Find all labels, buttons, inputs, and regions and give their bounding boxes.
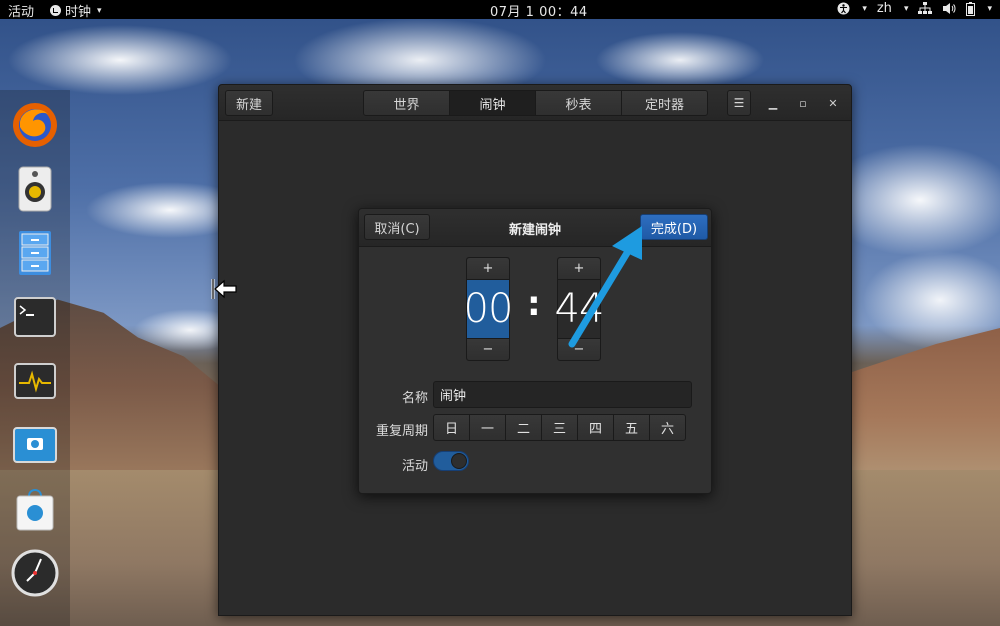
done-button[interactable]: 完成(D) xyxy=(640,214,708,240)
clock-icon[interactable] xyxy=(10,548,60,598)
terminal-icon[interactable] xyxy=(10,292,60,342)
software-icon[interactable] xyxy=(10,484,60,534)
time-separator: : xyxy=(527,284,541,324)
dock xyxy=(0,90,70,626)
language-indicator[interactable]: zh xyxy=(877,1,892,16)
maximize-icon[interactable]: ▫ xyxy=(794,94,812,112)
tab-alarm[interactable]: 闹钟 xyxy=(449,90,536,116)
app-menu-label: 时钟 xyxy=(65,5,92,20)
system-monitor-icon[interactable] xyxy=(10,356,60,406)
new-button[interactable]: 新建 xyxy=(225,90,273,116)
new-alarm-dialog: 取消(C) 新建闹钟 完成(D) xyxy=(358,208,712,494)
minimize-icon[interactable]: ▁ xyxy=(764,94,782,112)
day-sunday-toggle[interactable]: 日 xyxy=(433,414,470,441)
header-bar: 新建 世界 闹钟 秒表 定时器 ☰ ▁ ▫ ✕ xyxy=(219,85,851,121)
minute-increment-button[interactable]: + xyxy=(558,258,600,280)
network-icon xyxy=(918,2,933,14)
day-saturday-toggle[interactable]: 六 xyxy=(649,414,686,441)
activities-button[interactable]: 活动 xyxy=(8,1,34,20)
repeat-label: 重复周期 xyxy=(375,424,428,439)
active-switch[interactable] xyxy=(433,451,469,471)
tab-stopwatch[interactable]: 秒表 xyxy=(535,90,622,116)
caret-down-icon: ▾ xyxy=(987,3,992,14)
minute-decrement-button[interactable]: − xyxy=(558,338,600,360)
name-label: 名称 xyxy=(401,391,428,406)
repeat-days: 日 一 二 三 四 五 六 xyxy=(433,414,686,441)
active-label: 活动 xyxy=(401,459,428,474)
day-tuesday-toggle[interactable]: 二 xyxy=(505,414,542,441)
hour-value[interactable]: 00 xyxy=(464,280,513,338)
hour-decrement-button[interactable]: − xyxy=(467,338,509,360)
hour-spinner: + 00 − xyxy=(464,257,513,361)
resize-cursor-icon xyxy=(211,279,237,299)
files-icon[interactable] xyxy=(10,228,60,278)
tab-world[interactable]: 世界 xyxy=(363,90,450,116)
dialog-header: 取消(C) 新建闹钟 完成(D) xyxy=(359,209,711,247)
hour-increment-button[interactable]: + xyxy=(467,258,509,280)
app-menu[interactable]: 时钟 ▾ xyxy=(50,1,102,20)
date-time[interactable]: 07月 1 00：44 xyxy=(490,1,588,20)
system-tray[interactable]: ▾ zh ▾ ▾ xyxy=(837,1,992,16)
firefox-icon[interactable] xyxy=(10,100,60,150)
caret-down-icon: ▾ xyxy=(862,3,867,14)
top-bar: 活动 时钟 ▾ 07月 1 00：44 ▾ zh ▾ ▾ xyxy=(0,0,1000,20)
switch-knob xyxy=(451,453,467,469)
caret-down-icon: ▾ xyxy=(903,3,909,14)
battery-icon xyxy=(966,1,976,16)
rhythmbox-icon[interactable] xyxy=(10,164,60,214)
tab-timer[interactable]: 定时器 xyxy=(621,90,708,116)
hamburger-icon[interactable]: ☰ xyxy=(727,90,751,116)
day-thursday-toggle[interactable]: 四 xyxy=(577,414,614,441)
day-friday-toggle[interactable]: 五 xyxy=(613,414,650,441)
clock-icon xyxy=(50,5,61,16)
day-wednesday-toggle[interactable]: 三 xyxy=(541,414,578,441)
volume-icon xyxy=(943,3,956,14)
minute-value[interactable]: 44 xyxy=(555,280,604,338)
view-switcher: 世界 闹钟 秒表 定时器 xyxy=(363,90,708,116)
caret-down-icon: ▾ xyxy=(97,5,102,16)
accessibility-icon[interactable] xyxy=(837,2,850,15)
name-input[interactable]: 闹钟 xyxy=(433,381,692,408)
screenshot-icon[interactable] xyxy=(10,420,60,470)
minute-spinner: + 44 − xyxy=(555,257,604,361)
close-icon[interactable]: ✕ xyxy=(824,94,842,112)
day-monday-toggle[interactable]: 一 xyxy=(469,414,506,441)
